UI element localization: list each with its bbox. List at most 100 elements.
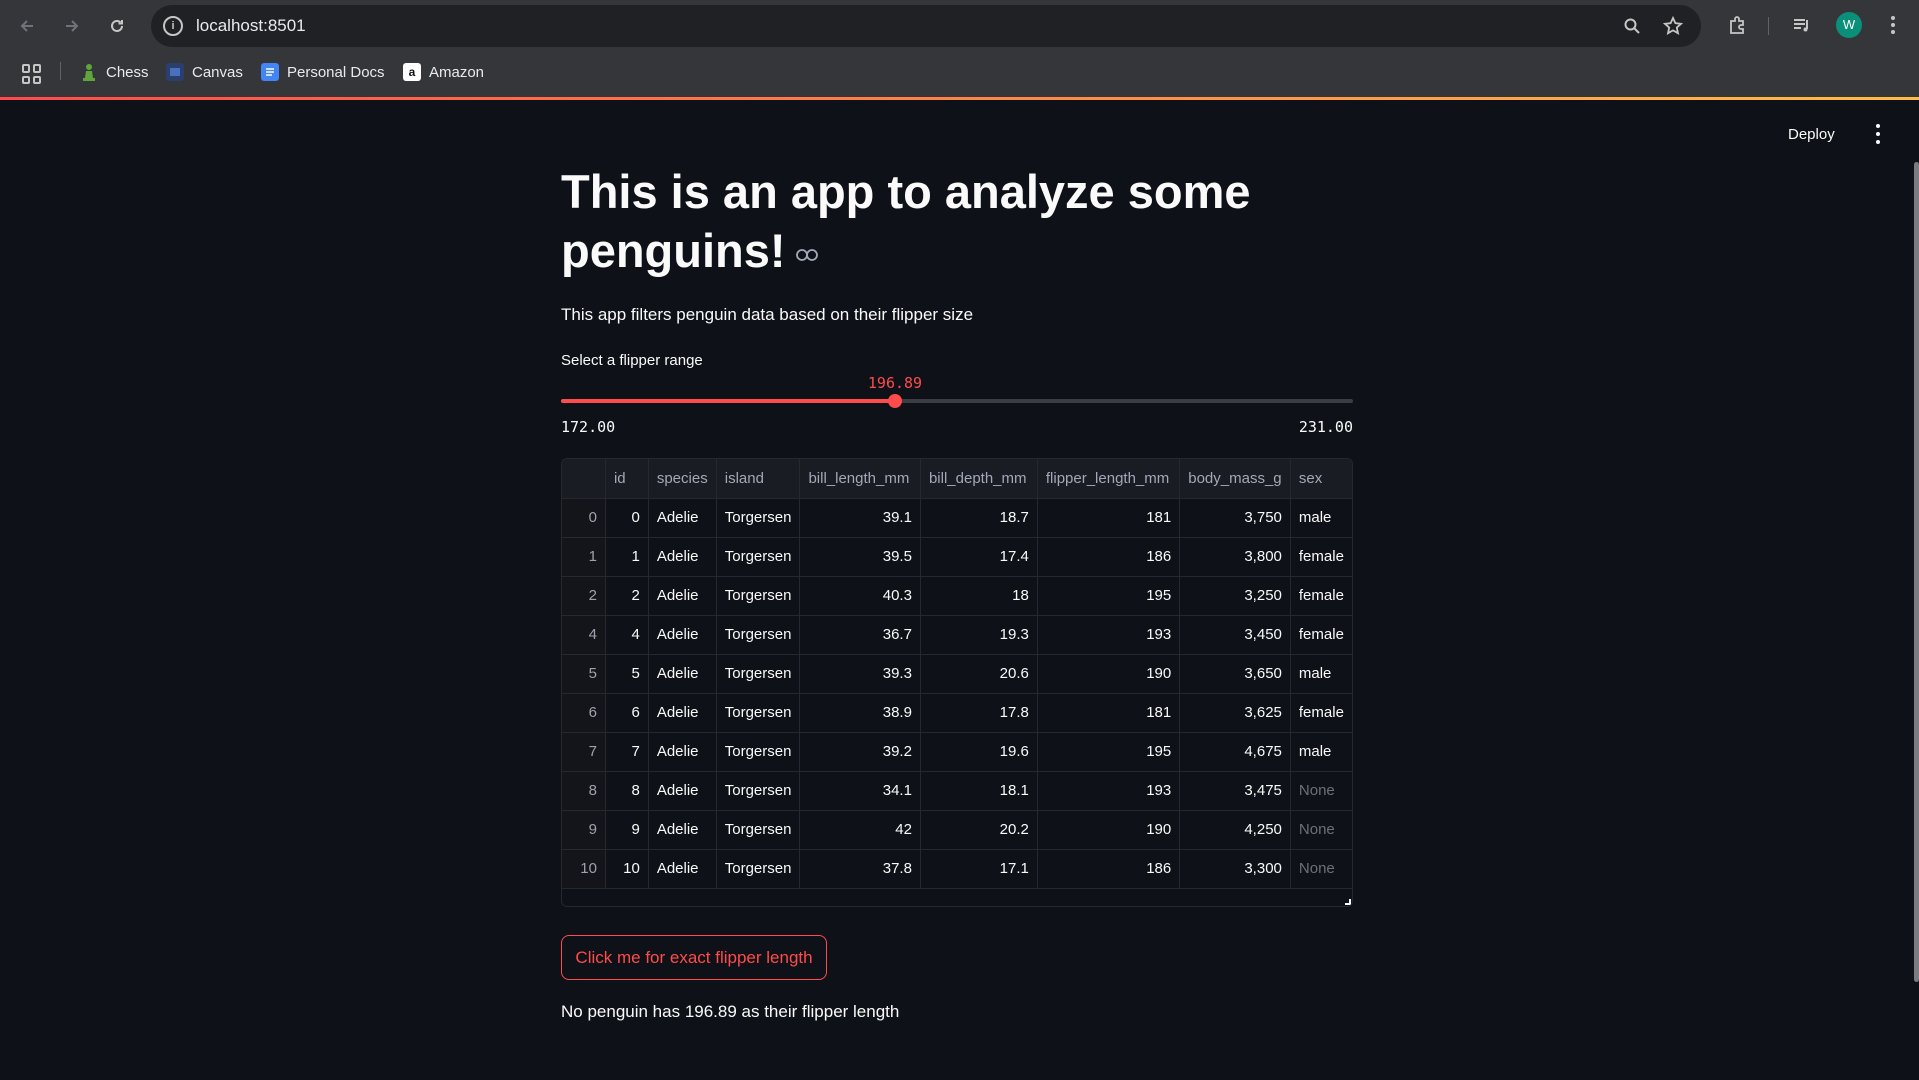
page-scrollbar[interactable]: [1914, 162, 1919, 982]
table-cell[interactable]: 2: [605, 576, 649, 616]
table-cell[interactable]: male: [1290, 498, 1352, 538]
table-cell[interactable]: 4,675: [1179, 732, 1291, 772]
table-cell[interactable]: 20.6: [920, 654, 1038, 694]
extensions-icon[interactable]: [1724, 12, 1750, 38]
table-cell[interactable]: 3,250: [1179, 576, 1291, 616]
column-header[interactable]: bill_length_mm: [799, 459, 921, 499]
table-cell[interactable]: 39.3: [799, 654, 921, 694]
table-resize-handle[interactable]: [1345, 899, 1351, 905]
column-header[interactable]: island: [716, 459, 801, 499]
table-cell[interactable]: 186: [1037, 849, 1181, 889]
table-cell[interactable]: Torgersen: [716, 654, 801, 694]
profile-avatar[interactable]: W: [1836, 12, 1862, 38]
table-cell[interactable]: 4,250: [1179, 810, 1291, 850]
browser-menu-icon[interactable]: [1880, 12, 1906, 38]
address-bar[interactable]: i localhost:8501: [151, 5, 1701, 47]
row-index-cell[interactable]: 9: [562, 810, 606, 850]
table-cell[interactable]: None: [1290, 771, 1352, 811]
table-cell[interactable]: 19.3: [920, 615, 1038, 655]
table-cell[interactable]: male: [1290, 654, 1352, 694]
column-header[interactable]: body_mass_g: [1179, 459, 1291, 499]
column-header[interactable]: sex: [1290, 459, 1352, 499]
column-header[interactable]: bill_depth_mm: [920, 459, 1038, 499]
table-cell[interactable]: 4: [605, 615, 649, 655]
table-cell[interactable]: female: [1290, 615, 1352, 655]
slider-thumb[interactable]: [888, 394, 902, 408]
table-cell[interactable]: Adelie: [648, 498, 717, 538]
bookmark-personal-docs[interactable]: Personal Docs: [261, 60, 385, 84]
table-cell[interactable]: 39.1: [799, 498, 921, 538]
table-cell[interactable]: Adelie: [648, 732, 717, 772]
table-row[interactable]: 5 5 Adelie Torgersen 39.3 20.6 190 3,650 male: [562, 654, 1352, 694]
table-cell[interactable]: Adelie: [648, 576, 717, 616]
table-cell[interactable]: female: [1290, 537, 1352, 577]
table-cell[interactable]: Torgersen: [716, 693, 801, 733]
table-cell[interactable]: 9: [605, 810, 649, 850]
row-index-cell[interactable]: 8: [562, 771, 606, 811]
app-menu-icon[interactable]: [1870, 124, 1886, 144]
table-cell[interactable]: 5: [605, 654, 649, 694]
site-info-icon[interactable]: i: [163, 16, 183, 36]
table-cell[interactable]: 18.7: [920, 498, 1038, 538]
table-cell[interactable]: Torgersen: [716, 537, 801, 577]
table-cell[interactable]: Adelie: [648, 537, 717, 577]
table-cell[interactable]: 6: [605, 693, 649, 733]
table-cell[interactable]: Torgersen: [716, 849, 801, 889]
penguin-dataframe[interactable]: id species island bill_length_mm bill_depth_…: [561, 458, 1353, 907]
table-cell[interactable]: 18: [920, 576, 1038, 616]
table-cell[interactable]: Torgersen: [716, 810, 801, 850]
table-cell[interactable]: 34.1: [799, 771, 921, 811]
table-row[interactable]: 10 10 Adelie Torgersen 37.8 17.1 186 3,300 None: [562, 849, 1352, 889]
zoom-icon[interactable]: [1621, 15, 1643, 37]
table-cell[interactable]: 7: [605, 732, 649, 772]
address-url[interactable]: localhost:8501: [196, 16, 306, 36]
media-controls-icon[interactable]: [1789, 12, 1815, 38]
exact-flipper-length-button[interactable]: Click me for exact flipper length: [561, 935, 827, 980]
forward-icon[interactable]: [57, 11, 87, 41]
bookmark-star-icon[interactable]: [1662, 15, 1684, 37]
table-cell[interactable]: 19.6: [920, 732, 1038, 772]
table-cell[interactable]: 181: [1037, 498, 1181, 538]
table-cell[interactable]: 3,750: [1179, 498, 1291, 538]
table-cell[interactable]: 37.8: [799, 849, 921, 889]
table-cell[interactable]: Torgersen: [716, 615, 801, 655]
table-cell[interactable]: 195: [1037, 576, 1181, 616]
table-cell[interactable]: 3,475: [1179, 771, 1291, 811]
table-cell[interactable]: Torgersen: [716, 498, 801, 538]
table-row[interactable]: 2 2 Adelie Torgersen 40.3 18 195 3,250 female: [562, 576, 1352, 616]
reload-icon[interactable]: [102, 11, 132, 41]
table-cell[interactable]: 10: [605, 849, 649, 889]
table-cell[interactable]: 39.2: [799, 732, 921, 772]
row-index-cell[interactable]: 5: [562, 654, 606, 694]
column-header[interactable]: species: [648, 459, 717, 499]
bookmark-chess[interactable]: Chess: [80, 60, 149, 84]
table-row[interactable]: 6 6 Adelie Torgersen 38.9 17.8 181 3,625 female: [562, 693, 1352, 733]
table-cell[interactable]: 38.9: [799, 693, 921, 733]
column-header[interactable]: id: [605, 459, 649, 499]
table-cell[interactable]: Adelie: [648, 849, 717, 889]
apps-grid-icon[interactable]: [22, 64, 42, 84]
table-cell[interactable]: male: [1290, 732, 1352, 772]
table-cell[interactable]: Adelie: [648, 810, 717, 850]
table-cell[interactable]: 193: [1037, 771, 1181, 811]
table-cell[interactable]: 20.2: [920, 810, 1038, 850]
deploy-button[interactable]: Deploy: [1788, 126, 1835, 143]
table-row[interactable]: 0 0 Adelie Torgersen 39.1 18.7 181 3,750 male: [562, 498, 1352, 538]
anchor-link-icon[interactable]: [795, 248, 818, 261]
table-cell[interactable]: 17.8: [920, 693, 1038, 733]
table-cell[interactable]: Adelie: [648, 615, 717, 655]
table-cell[interactable]: 193: [1037, 615, 1181, 655]
table-cell[interactable]: 42: [799, 810, 921, 850]
table-cell[interactable]: 39.5: [799, 537, 921, 577]
row-index-cell[interactable]: 0: [562, 498, 606, 538]
table-cell[interactable]: Adelie: [648, 654, 717, 694]
table-cell[interactable]: Adelie: [648, 771, 717, 811]
table-cell[interactable]: 36.7: [799, 615, 921, 655]
table-cell[interactable]: 17.1: [920, 849, 1038, 889]
table-cell[interactable]: female: [1290, 693, 1352, 733]
table-row[interactable]: 1 1 Adelie Torgersen 39.5 17.4 186 3,800 female: [562, 537, 1352, 577]
table-cell[interactable]: Adelie: [648, 693, 717, 733]
table-cell[interactable]: 8: [605, 771, 649, 811]
row-index-cell[interactable]: 1: [562, 537, 606, 577]
table-cell[interactable]: Torgersen: [716, 576, 801, 616]
